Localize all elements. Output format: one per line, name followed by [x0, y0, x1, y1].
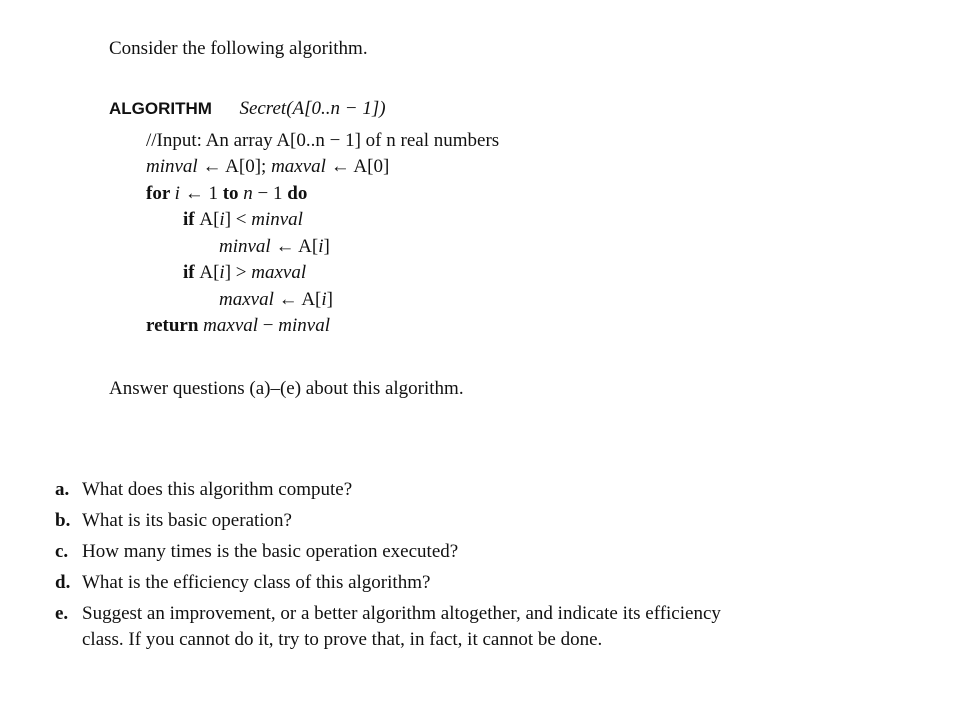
code-text: A[: [199, 209, 220, 230]
variable: maxval: [251, 262, 307, 283]
question-label: d.: [55, 572, 71, 593]
algorithm-signature: Secret(A[0..n − 1]): [239, 98, 386, 119]
code-text: ]: [323, 235, 330, 257]
keyword: do: [287, 182, 308, 204]
variable: minval: [219, 235, 271, 257]
question-label: e.: [55, 603, 69, 624]
algorithm-line: for i ← 1 to n − 1 do: [146, 183, 307, 205]
variable: maxval: [271, 156, 326, 177]
code-text: A[: [199, 262, 220, 283]
keyword: if: [183, 209, 200, 230]
code-text: − 1: [252, 182, 288, 204]
algorithm-line: minval ← A[i]: [219, 236, 330, 258]
variable: n: [243, 182, 253, 204]
code-text: ] <: [224, 209, 252, 230]
code-text: ← 1: [179, 182, 223, 204]
algorithm-line: minval ← A[0]; maxval ← A[0]: [146, 156, 389, 178]
variable: maxval: [203, 315, 259, 336]
code-text: ] >: [224, 262, 252, 283]
code-text: ← A[0]: [325, 156, 390, 177]
algorithm-line: if A[i] < minval: [183, 209, 303, 231]
variable: minval: [251, 209, 303, 230]
algorithm-keyword: ALGORITHM: [109, 99, 212, 118]
code-text: ]: [326, 288, 333, 310]
question-text: How many times is the basic operation ex…: [82, 541, 459, 562]
variable: maxval: [219, 288, 274, 310]
question-label: c.: [55, 541, 69, 562]
question-text: What is the efficiency class of this alg…: [82, 572, 431, 593]
code-text: ← A[: [273, 288, 322, 310]
question-text: What does this algorithm compute?: [82, 479, 353, 500]
variable: minval: [146, 156, 198, 177]
algorithm-input-comment: //Input: An array A[0..n − 1] of n real …: [146, 130, 500, 151]
question-text: What is its basic operation?: [82, 510, 292, 531]
keyword: for: [146, 182, 175, 204]
variable: minval: [278, 315, 330, 336]
question-label: a.: [55, 479, 70, 500]
question-text: Suggest an improvement, or a better algo…: [82, 603, 721, 650]
algorithm-line: if A[i] > maxval: [183, 262, 306, 284]
algorithm-header: ALGORITHM Secret(A[0..n − 1]): [109, 98, 386, 120]
intro-text: Consider the following algorithm.: [109, 38, 368, 59]
algorithm-line: maxval ← A[i]: [219, 289, 333, 311]
instruction-text: Answer questions (a)–(e) about this algo…: [109, 378, 464, 399]
keyword: to: [222, 182, 244, 204]
question-label: b.: [55, 510, 71, 531]
code-text: −: [258, 315, 279, 336]
keyword: return: [146, 315, 204, 336]
code-text: ← A[0];: [197, 156, 272, 177]
code-text: ← A[: [270, 235, 319, 257]
keyword: if: [183, 262, 200, 283]
algorithm-line: return maxval − minval: [146, 315, 330, 337]
